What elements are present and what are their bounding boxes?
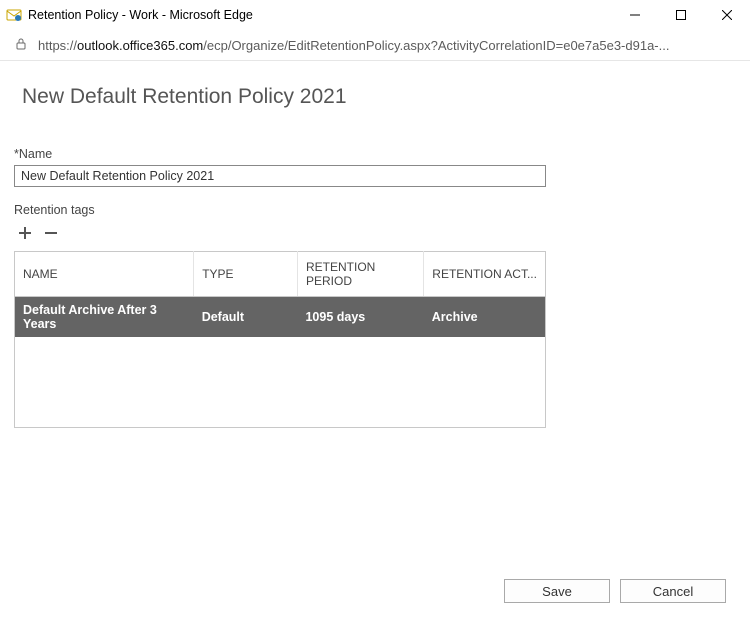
- app-icon: [6, 7, 22, 23]
- cell-type: Default: [194, 297, 298, 338]
- plus-icon: [17, 225, 33, 244]
- retention-tags-label: Retention tags: [14, 203, 736, 217]
- window-titlebar: Retention Policy - Work - Microsoft Edge: [0, 0, 750, 30]
- add-tag-button[interactable]: [16, 225, 34, 243]
- url-text: https://outlook.office365.com/ecp/Organi…: [38, 38, 740, 53]
- name-input[interactable]: [14, 165, 546, 187]
- name-label: *Name: [14, 147, 736, 161]
- page-body: New Default Retention Policy 2021 *Name …: [0, 61, 750, 428]
- window-controls: [612, 0, 750, 30]
- close-button[interactable]: [704, 0, 750, 30]
- lock-icon: [14, 37, 28, 54]
- address-bar[interactable]: https://outlook.office365.com/ecp/Organi…: [0, 30, 750, 60]
- dialog-footer: Save Cancel: [504, 579, 726, 603]
- grid-empty-area: [15, 337, 546, 427]
- column-header-period[interactable]: RETENTION PERIOD: [297, 252, 423, 297]
- tags-toolbar: [14, 225, 736, 243]
- grid-header-row: NAME TYPE RETENTION PERIOD RETENTION ACT…: [15, 252, 546, 297]
- save-button[interactable]: Save: [504, 579, 610, 603]
- remove-tag-button[interactable]: [42, 225, 60, 243]
- column-header-name[interactable]: NAME: [15, 252, 194, 297]
- url-path: /ecp/Organize/EditRetentionPolicy.aspx?A…: [203, 38, 669, 53]
- cancel-button[interactable]: Cancel: [620, 579, 726, 603]
- page-title: New Default Retention Policy 2021: [22, 85, 736, 109]
- maximize-button[interactable]: [658, 0, 704, 30]
- cell-action: Archive: [424, 297, 546, 338]
- cell-period: 1095 days: [297, 297, 423, 338]
- window-title: Retention Policy - Work - Microsoft Edge: [28, 8, 253, 22]
- minimize-button[interactable]: [612, 0, 658, 30]
- retention-tags-grid[interactable]: NAME TYPE RETENTION PERIOD RETENTION ACT…: [14, 251, 546, 428]
- column-header-action[interactable]: RETENTION ACT...: [424, 252, 546, 297]
- column-header-type[interactable]: TYPE: [194, 252, 298, 297]
- table-row[interactable]: Default Archive After 3 Years Default 10…: [15, 297, 546, 338]
- url-scheme: https://: [38, 38, 77, 53]
- url-host: outlook.office365.com: [77, 38, 203, 53]
- cell-name: Default Archive After 3 Years: [15, 297, 194, 338]
- minus-icon: [43, 225, 59, 244]
